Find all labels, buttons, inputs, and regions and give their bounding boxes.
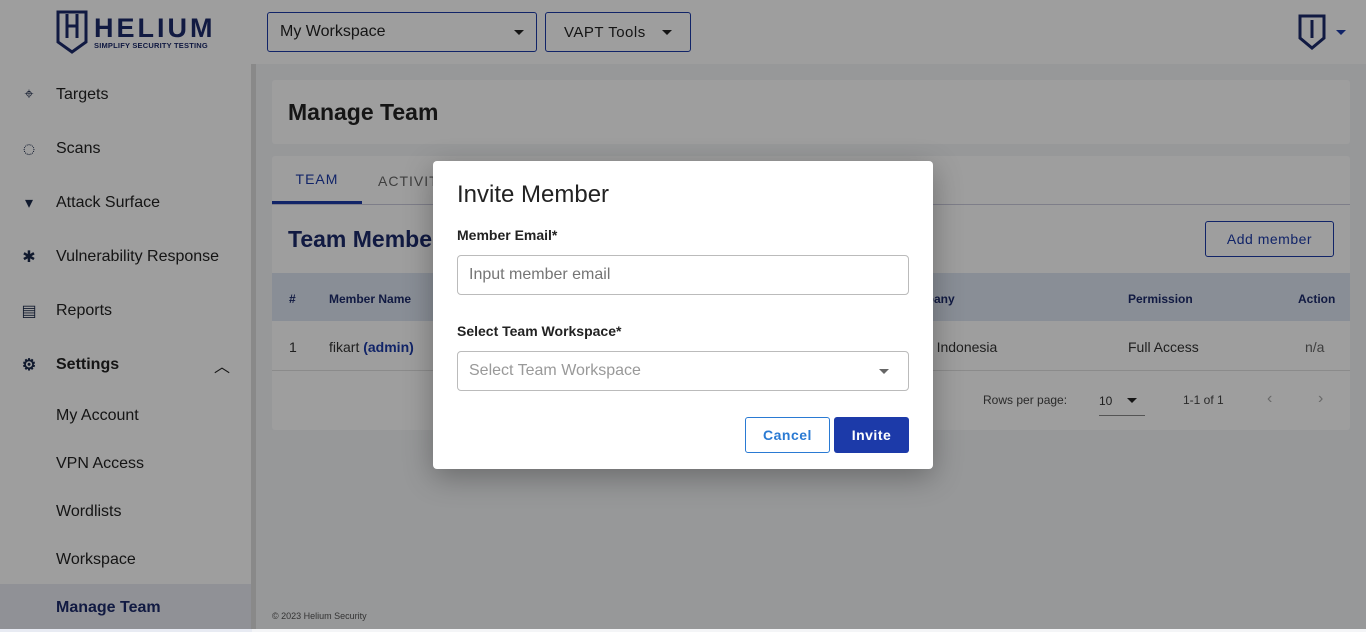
dialog-title: Invite Member: [457, 181, 610, 208]
member-email-input[interactable]: [457, 255, 909, 295]
workspace-label: Select Team Workspace*: [457, 323, 622, 339]
email-label: Member Email*: [457, 227, 558, 243]
caret-down-icon: [879, 368, 889, 374]
invite-button[interactable]: Invite: [834, 417, 909, 453]
team-workspace-select[interactable]: Select Team Workspace: [457, 351, 909, 391]
cancel-button[interactable]: Cancel: [745, 417, 830, 453]
invite-member-dialog: Invite Member Member Email* Select Team …: [433, 161, 933, 469]
